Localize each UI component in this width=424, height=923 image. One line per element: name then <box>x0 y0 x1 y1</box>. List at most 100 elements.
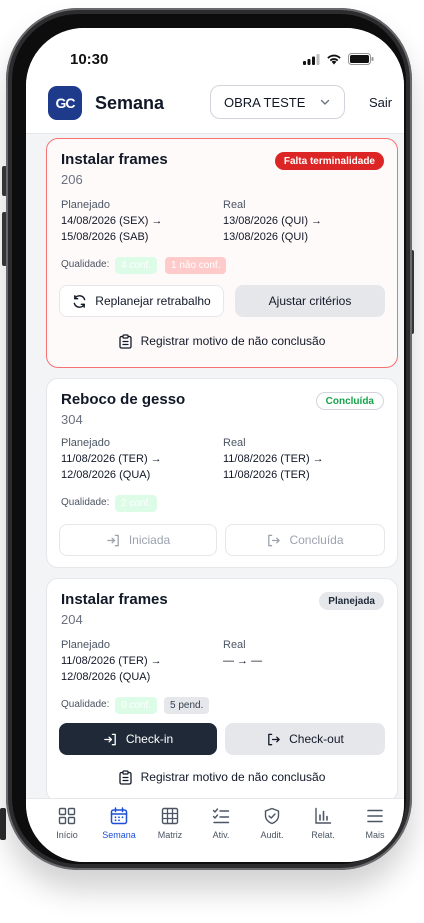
bottom-nav: Início Semana Matriz Ativ. Audit. Relat.… <box>26 798 404 862</box>
nav-label: Mais <box>365 830 385 840</box>
log-in-icon <box>104 733 116 745</box>
nav-item-relat[interactable]: Relat. <box>298 807 348 840</box>
battery-icon <box>348 53 374 65</box>
adjust-criteria-label: Ajustar critérios <box>268 294 352 308</box>
chevron-down-icon <box>320 99 330 105</box>
planned-end: 15/08/2026 (SAB) <box>61 231 149 243</box>
nav-label: Semana <box>102 830 136 840</box>
planned-end: 12/08/2026 (QUA) <box>61 671 151 683</box>
status-time: 10:30 <box>70 51 109 68</box>
phone-bezel: 10:30 GC Semana OBRA TESTE Sair Instalar… <box>12 14 406 864</box>
quality-label: Qualidade: <box>61 497 110 508</box>
nav-label: Ativ. <box>212 830 230 840</box>
obra-select[interactable]: OBRA TESTE <box>210 85 345 119</box>
log-in-icon <box>107 534 119 546</box>
phone-frame: 10:30 GC Semana OBRA TESTE Sair Instalar… <box>6 8 412 870</box>
status-badge: Concluída <box>315 392 384 410</box>
replan-rework-button[interactable]: Replanejar retrabalho <box>59 285 224 317</box>
status-badge: Planejada <box>319 592 384 610</box>
nav-item-semana[interactable]: Semana <box>94 807 144 840</box>
real-empty: — → — <box>223 655 263 667</box>
activity-card: Instalar frames 204 Planejada Planejado … <box>46 578 398 798</box>
completed-label: Concluída <box>289 533 344 547</box>
register-reason-label: Registrar motivo de não conclusão <box>140 770 326 784</box>
clipboard-icon <box>118 769 132 785</box>
activity-card: Reboco de gesso 304 Concluída Planejado … <box>46 378 398 568</box>
planned-start: 14/08/2026 (SEX) → <box>61 215 163 227</box>
activity-card: Instalar frames 206 Falta terminalidade … <box>46 138 398 368</box>
nav-label: Início <box>56 830 78 840</box>
logout-button[interactable]: Sair <box>369 95 392 110</box>
activity-code: 204 <box>61 612 83 627</box>
check-in-label: Check-in <box>125 732 174 746</box>
log-out-icon <box>268 534 281 546</box>
real-start: 13/08/2026 (QUI) → <box>223 215 323 227</box>
checklist-icon <box>212 808 230 824</box>
shield-check-icon <box>264 807 280 825</box>
adjust-criteria-button[interactable]: Ajustar critérios <box>235 285 385 317</box>
obra-select-value: OBRA TESTE <box>224 94 306 110</box>
check-in-button[interactable]: Check-in <box>59 723 217 755</box>
register-reason-link[interactable]: Registrar motivo de não conclusão <box>47 331 397 351</box>
activity-code: 304 <box>61 412 83 427</box>
real-label: Real <box>223 437 246 449</box>
nav-item-matriz[interactable]: Matriz <box>145 807 195 840</box>
status-icons <box>303 53 374 65</box>
quality-chip-conf: 2 conf. <box>115 495 158 512</box>
planned-start: 11/08/2026 (TER) → <box>61 655 162 667</box>
real-label: Real <box>223 639 246 651</box>
clipboard-icon <box>118 333 132 349</box>
status-bar: 10:30 <box>26 28 404 82</box>
activity-title: Instalar frames <box>61 151 168 168</box>
real-end: 13/08/2026 (QUI) <box>223 231 308 243</box>
calendar-icon <box>110 807 128 825</box>
planned-label: Planejado <box>61 639 110 651</box>
completed-button[interactable]: Concluída <box>225 524 385 556</box>
activity-code: 206 <box>61 172 83 187</box>
phone-screen: 10:30 GC Semana OBRA TESTE Sair Instalar… <box>26 28 404 862</box>
app-header: GC Semana OBRA TESTE Sair <box>26 82 404 134</box>
check-out-button[interactable]: Check-out <box>225 723 385 755</box>
wifi-icon <box>327 54 341 65</box>
quality-chip-pending: 5 pend. <box>164 697 210 714</box>
nav-item-inicio[interactable]: Início <box>42 807 92 840</box>
quality-chip-conf: 0 conf. <box>115 697 158 714</box>
app-logo: GC <box>48 86 82 120</box>
started-label: Iniciada <box>128 533 171 547</box>
quality-chip-conf: 4 conf. <box>115 257 158 274</box>
nav-item-audit[interactable]: Audit. <box>247 807 297 840</box>
replan-rework-label: Replanejar retrabalho <box>95 294 211 308</box>
quality-label: Qualidade: <box>61 259 110 270</box>
activity-title: Instalar frames <box>61 591 168 608</box>
real-start: 11/08/2026 (TER) → <box>223 453 324 465</box>
log-out-icon <box>268 733 280 745</box>
planned-start: 11/08/2026 (TER) → <box>61 453 162 465</box>
nav-label: Audit. <box>260 830 284 840</box>
table-icon <box>161 807 179 825</box>
status-badge: Falta terminalidade <box>274 152 384 170</box>
activity-title: Reboco de gesso <box>61 391 186 408</box>
nav-label: Relat. <box>311 830 335 840</box>
quality-chip-nonconf: 1 não conf. <box>165 257 227 274</box>
check-out-label: Check-out <box>289 732 344 746</box>
planned-label: Planejado <box>61 199 110 211</box>
grid-icon <box>58 807 76 825</box>
nav-label: Matriz <box>157 830 183 840</box>
nav-item-ativ[interactable]: Ativ. <box>196 807 246 840</box>
planned-end: 12/08/2026 (QUA) <box>61 469 151 481</box>
real-end: 11/08/2026 (TER) <box>223 469 310 481</box>
register-reason-link[interactable]: Registrar motivo de não conclusão <box>47 767 397 787</box>
refresh-icon <box>73 294 86 308</box>
menu-icon <box>367 809 383 823</box>
real-label: Real <box>223 199 246 211</box>
signal-icon <box>303 53 320 65</box>
nav-item-mais[interactable]: Mais <box>350 807 400 840</box>
phone-stand-edge <box>0 808 6 840</box>
register-reason-label: Registrar motivo de não conclusão <box>140 334 326 348</box>
page-title: Semana <box>95 93 165 113</box>
bar-chart-icon <box>315 807 332 824</box>
quality-label: Qualidade: <box>61 699 110 710</box>
started-button[interactable]: Iniciada <box>59 524 217 556</box>
week-activities-list: Instalar frames 206 Falta terminalidade … <box>26 134 404 798</box>
planned-label: Planejado <box>61 437 110 449</box>
